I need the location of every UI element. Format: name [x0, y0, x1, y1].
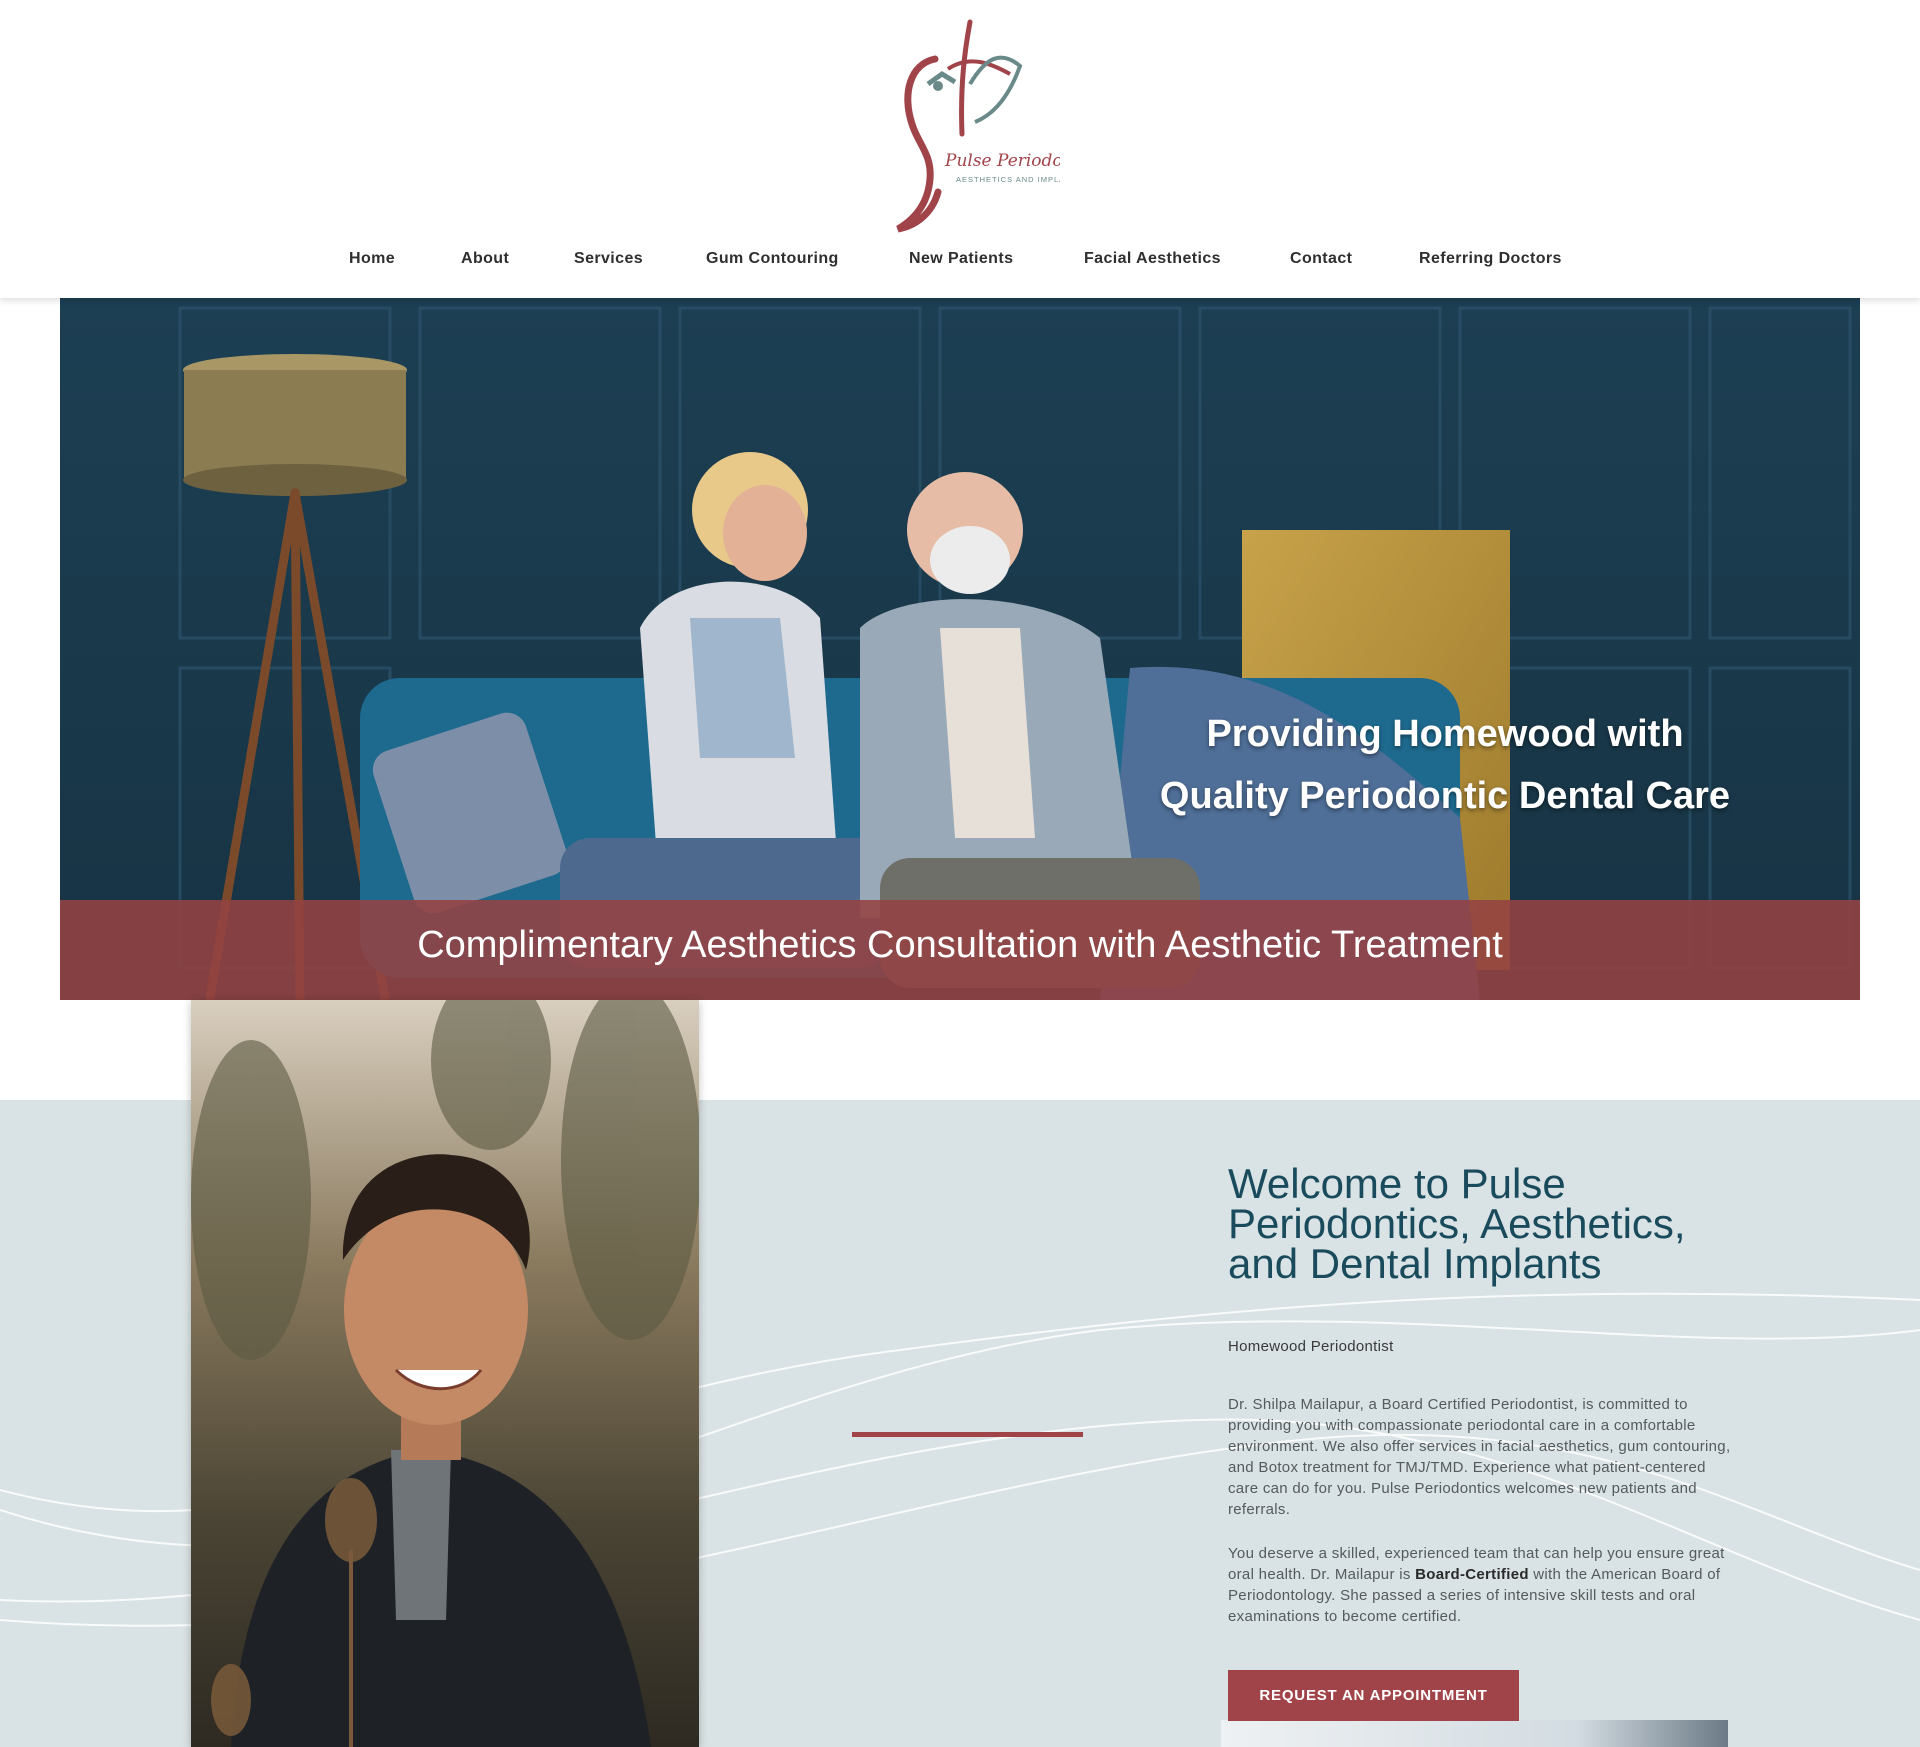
nav-about[interactable]: About	[461, 250, 509, 268]
promo-text: Complimentary Aesthetics Consultation wi…	[417, 924, 1503, 966]
hero-photo	[60, 298, 1860, 1000]
welcome-subtitle: Homewood Periodontist	[1228, 1338, 1394, 1355]
hero-heading: Providing Homewood with Quality Periodon…	[1100, 703, 1790, 827]
logo-mark: Pulse Periodontics AESTHETICS AND IMPLAN…	[896, 19, 1060, 233]
accent-divider	[852, 1432, 1083, 1437]
portrait-image	[191, 1000, 699, 1747]
nav-services[interactable]: Services	[574, 250, 643, 268]
portrait-photo	[191, 1000, 699, 1747]
nav-facial-aesthetics[interactable]: Facial Aesthetics	[1084, 250, 1221, 268]
site-header: Pulse Periodontics AESTHETICS AND IMPLAN…	[0, 0, 1920, 298]
section-photo-peek	[1221, 1720, 1728, 1747]
welcome-title: Welcome to Pulse Periodontics, Aesthetic…	[1228, 1160, 1686, 1287]
nav-new-patients[interactable]: New Patients	[909, 250, 1013, 268]
hero-heading-line1: Providing Homewood with	[1206, 713, 1684, 756]
logo-wordmark: Pulse Periodontics	[944, 151, 1060, 171]
site-logo[interactable]: Pulse Periodontics AESTHETICS AND IMPLAN…	[860, 14, 1060, 244]
nav-contact[interactable]: Contact	[1290, 250, 1352, 268]
hero-heading-line2: Quality Periodontic Dental Care	[1159, 775, 1731, 818]
welcome-paragraph-2: You deserve a skilled, experienced team …	[1228, 1543, 1732, 1627]
nav-gum-contouring[interactable]: Gum Contouring	[706, 250, 839, 268]
nav-referring-doctors[interactable]: Referring Doctors	[1419, 250, 1562, 268]
nav-home[interactable]: Home	[349, 250, 395, 268]
promo-banner[interactable]: Complimentary Aesthetics Consultation wi…	[60, 900, 1860, 1000]
logo-tagline: AESTHETICS AND IMPLANTS	[956, 175, 1060, 184]
hero-banner: Providing Homewood with Quality Periodon…	[60, 298, 1860, 1000]
board-certified-bold: Board-Certified	[1415, 1566, 1529, 1583]
welcome-paragraph-1: Dr. Shilpa Mailapur, a Board Certified P…	[1228, 1396, 1731, 1518]
request-appointment-button[interactable]: REQUEST AN APPOINTMENT	[1228, 1670, 1519, 1721]
main-nav: Home About Services Gum Contouring New P…	[0, 250, 1920, 274]
